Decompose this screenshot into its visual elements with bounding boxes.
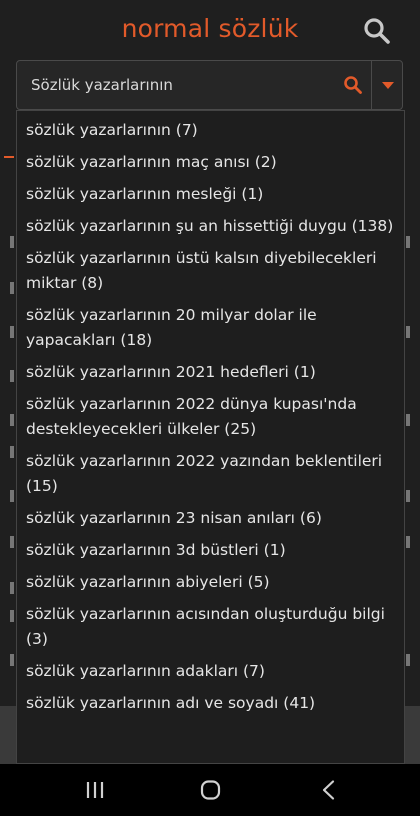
suggestion-item[interactable]: sözlük yazarlarının 23 nisan anıları (6) [17, 503, 404, 535]
background-content [10, 610, 14, 622]
search-divider [371, 61, 372, 109]
suggestion-item[interactable]: sözlük yazarlarının şu an hissettiği duy… [17, 211, 404, 243]
background-content [406, 326, 410, 338]
suggestion-item[interactable]: sözlük yazarlarının 2022 dünya kupası'nd… [17, 389, 404, 446]
search-submit-icon[interactable] [343, 75, 363, 95]
search-icon[interactable] [362, 16, 392, 46]
background-content [406, 236, 410, 248]
suggestion-item[interactable]: sözlük yazarlarının 2022 yazından beklen… [17, 446, 404, 503]
top-bar: normal sözlük [0, 0, 420, 62]
background-content [10, 446, 14, 458]
background-content [10, 414, 14, 426]
suggestion-item[interactable]: sözlük yazarlarının adakları (7) [17, 656, 404, 688]
suggestion-item[interactable]: sözlük yazarlarının acısından oluşturduğ… [17, 599, 404, 656]
system-navigation-bar [0, 764, 420, 816]
background-content [10, 370, 14, 382]
suggestion-item[interactable]: sözlük yazarlarının 2021 hedefleri (1) [17, 357, 404, 389]
background-content [10, 536, 14, 548]
suggestions-list: sözlük yazarlarının (7) sözlük yazarları… [17, 111, 404, 720]
search-options-button[interactable] [373, 61, 402, 109]
background-content [10, 236, 14, 248]
home-icon[interactable] [196, 778, 226, 802]
background-tab-indicator [4, 156, 14, 158]
background-content [406, 490, 410, 502]
background-content [10, 654, 14, 666]
search-suggestions: sözlük yazarlarının (7) sözlük yazarları… [16, 110, 405, 764]
suggestion-item[interactable]: sözlük yazarlarının adı ve soyadı (41) [17, 688, 404, 720]
background-content [10, 490, 14, 502]
suggestion-item[interactable]: sözlük yazarlarının (7) [17, 115, 404, 147]
search-bar [16, 60, 403, 110]
background-content [406, 654, 410, 666]
suggestion-item[interactable]: sözlük yazarlarının maç anısı (2) [17, 147, 404, 179]
background-content [10, 582, 14, 594]
back-icon[interactable] [314, 778, 344, 802]
suggestion-item[interactable]: sözlük yazarlarının mesleği (1) [17, 179, 404, 211]
search-input[interactable] [17, 61, 342, 109]
suggestion-item[interactable]: sözlük yazarlarının üstü kalsın diyebile… [17, 243, 404, 300]
background-content [10, 326, 14, 338]
background-content [406, 536, 410, 548]
suggestion-item[interactable]: sözlük yazarlarının 3d büstleri (1) [17, 535, 404, 567]
background-content [10, 282, 14, 294]
suggestion-item[interactable]: sözlük yazarlarının abiyeleri (5) [17, 567, 404, 599]
caret-down-icon [382, 82, 394, 89]
suggestion-item[interactable]: sözlük yazarlarının 20 milyar dolar ile … [17, 300, 404, 357]
background-content [406, 414, 410, 426]
recent-apps-icon[interactable] [80, 778, 110, 802]
app-logo[interactable]: normal sözlük [0, 14, 420, 43]
